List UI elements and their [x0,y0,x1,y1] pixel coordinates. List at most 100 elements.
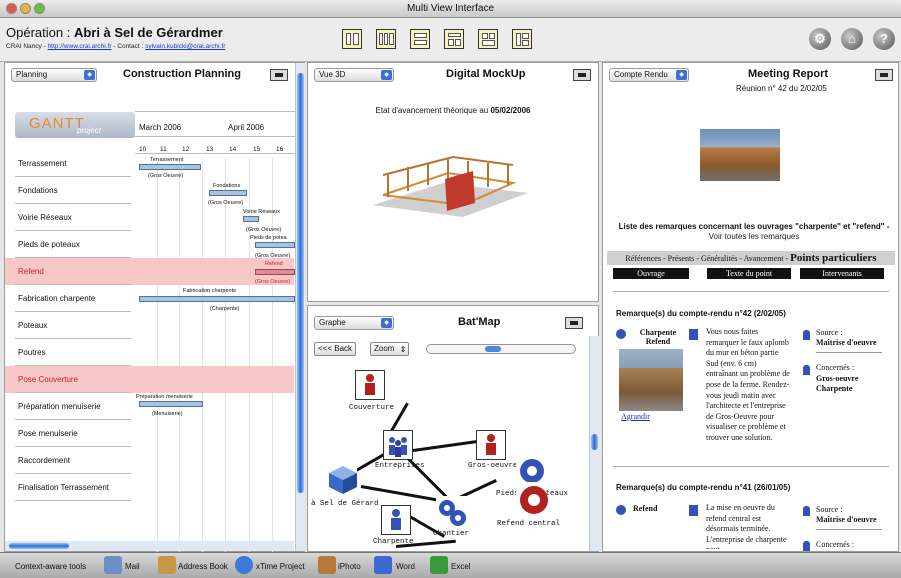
chevron-updown-icon: ◆ [676,70,687,80]
layout-1-button[interactable] [342,29,362,49]
maximize-panel-button[interactable] [573,69,591,81]
all-remarks-link[interactable]: Voir toutes les remarques [609,232,898,241]
scroll-thumb[interactable] [591,434,598,450]
node-pieds-poteaux[interactable] [516,455,546,485]
view-select-batmap[interactable]: Graphe ◆ [314,316,394,330]
gantt-bar[interactable] [139,401,203,407]
chevron-updown-icon: ◆ [381,318,392,328]
layout-4-button[interactable] [444,29,464,49]
planning-hscrollbar[interactable] [5,541,294,551]
task-row[interactable]: Fondations [15,177,131,204]
document-icon [689,329,698,340]
mockup-panel: Vue 3D ◆ Digital MockUp Etat d'avancement… [307,62,599,302]
bar-label: Voirie Réseaux [243,209,280,215]
task-row[interactable]: Fabrication charpente [15,285,131,312]
concernes-label: Concernés : [816,540,854,549]
enlarge-link[interactable]: Agrandir [621,412,650,421]
minimize-window-button[interactable] [20,3,31,14]
planning-vscrollbar[interactable] [295,63,305,551]
gantt-bar[interactable] [209,190,247,196]
view-select-mockup[interactable]: Vue 3D ◆ [314,68,394,82]
maximize-panel-button[interactable] [565,317,583,329]
task-row[interactable]: Préparation menuiserie [15,393,131,420]
col-header: Texte du point [707,268,791,279]
person-icon [486,434,496,455]
node-entreprises[interactable] [383,430,413,460]
layout-3-button[interactable] [410,29,430,49]
xtime-project-icon[interactable] [235,556,253,574]
task-row[interactable]: Refend [15,258,131,285]
node-couverture[interactable] [355,370,385,400]
section-heading: Remarque(s) du compte-rendu n°42 (2/02/0… [616,309,786,318]
email-link[interactable]: sylvain.kubicki@crai.archi.fr [145,43,225,50]
graph-canvas[interactable]: Couverture Entreprises Gros-oeuvre à Sel… [311,360,587,550]
bar-label: (Menuiserie) [152,411,183,417]
gantt-bar[interactable] [243,216,259,222]
org-label: CRAI Nancy - [6,43,48,50]
view-select-planning[interactable]: Planning ◆ [11,68,97,82]
layout-6-button[interactable] [512,29,532,49]
dock-item-xtime[interactable]: xTime Project [256,562,305,571]
gantt-bar[interactable] [139,296,295,302]
node-charpente[interactable] [381,505,411,535]
gantt-bar[interactable] [139,164,201,170]
gantt-bar[interactable] [255,242,295,248]
maximize-panel-button[interactable] [270,69,288,81]
address-book-icon[interactable] [158,556,176,574]
website-link[interactable]: http://www.crai.archi.fr [48,43,112,50]
dock-item-address-book[interactable]: Address Book [178,562,228,571]
mail-icon[interactable] [104,556,122,574]
report-nav: Références - Présents - Généralités - Av… [607,251,895,265]
zoom-slider[interactable] [426,344,576,354]
layout-2-button[interactable] [376,29,396,49]
node-label: Refend central [497,520,561,528]
zoom-slider-thumb[interactable] [485,346,501,352]
zoom-select[interactable]: Zoom ⇕ [370,342,410,356]
task-row[interactable]: Pose menuiserie [15,420,131,447]
task-row[interactable]: Poutres [15,339,131,366]
node-gros-oeuvre[interactable] [476,430,506,460]
task-row[interactable]: Terrassement [15,150,131,177]
home-icon[interactable]: ⌂ [841,28,863,50]
report-nav-links[interactable]: Références - Présents - Généralités - Av… [625,254,790,263]
node-label: à Sel de Gérard [311,500,379,508]
group-icon [389,437,407,457]
report-nav-current[interactable]: Points particuliers [790,252,876,264]
gantt-bar[interactable] [255,269,295,275]
3d-model-view[interactable] [353,145,543,235]
node-chantier[interactable] [436,496,466,526]
person-icon [803,541,810,551]
dock-item-iphoto[interactable]: iPhoto [338,562,361,571]
dock-item-mail[interactable]: Mail [125,562,140,571]
node-abri-sel[interactable] [327,464,357,494]
task-row[interactable]: Voirie Réseaux [15,204,131,231]
layout-5-button[interactable] [478,29,498,49]
task-row[interactable]: Finalisation Terrassement [15,474,131,501]
task-row[interactable]: Raccordement [15,447,131,474]
node-refend-central[interactable] [516,482,548,514]
hscroll-thumb[interactable] [9,543,69,549]
view-select-value: Compte Rendu [614,70,668,79]
help-icon[interactable]: ? [873,28,895,50]
excel-icon[interactable] [430,556,448,574]
dock-item-word[interactable]: Word [396,562,415,571]
bar-label: (Gros Oeuvre) [208,200,244,206]
dock-item-excel[interactable]: Excel [451,562,471,571]
word-icon[interactable] [374,556,392,574]
maximize-panel-button[interactable] [875,69,893,81]
close-window-button[interactable] [6,3,17,14]
task-row[interactable]: Pose Couverture [15,366,131,393]
task-row[interactable]: Poteaux [15,312,131,339]
day-header: 12 [182,146,190,153]
iphoto-icon[interactable] [318,556,336,574]
zoom-window-button[interactable] [34,3,45,14]
back-button[interactable]: <<< Back [314,342,357,356]
scroll-thumb[interactable] [297,73,304,493]
view-select-value: Vue 3D [319,70,346,79]
batmap-vscrollbar[interactable] [589,336,599,551]
operation-label: Opération : [6,25,74,40]
gears-icon [439,500,466,526]
task-row[interactable]: Pieds de poteaux [15,231,131,258]
view-select-report[interactable]: Compte Rendu ◆ [609,68,689,82]
settings-gear-icon[interactable]: ⚙ [809,28,831,50]
